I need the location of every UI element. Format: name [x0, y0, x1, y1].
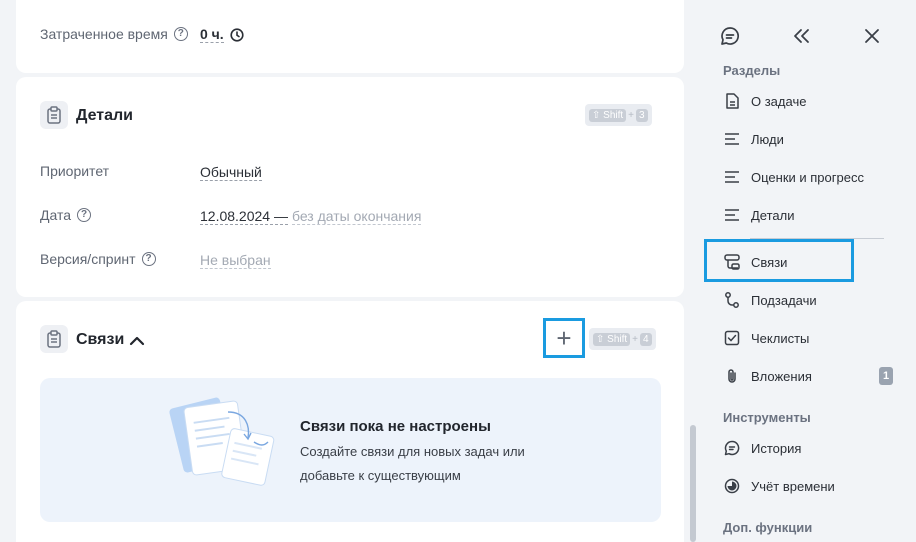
empty-state-description: Создайте связи для новых задач или добав…	[300, 444, 525, 483]
shift-key: ⇧ Shift	[589, 108, 627, 122]
left-edge-strip	[0, 0, 14, 542]
group-title-extra: Доп. функции	[723, 520, 813, 535]
lines-icon	[723, 130, 741, 148]
timer-icon	[723, 477, 741, 495]
help-icon[interactable]: ?	[141, 252, 156, 266]
paperclip-icon	[723, 367, 741, 385]
date-label-text: Дата	[40, 207, 72, 223]
add-link-button[interactable]: +	[543, 318, 585, 358]
sidebar-item-attachments[interactable]: Вложения 1	[723, 364, 893, 388]
sidebar-item-history[interactable]: История	[723, 436, 893, 460]
chevron-up-icon[interactable]	[129, 334, 145, 346]
spent-time-label: Затраченное время	[40, 26, 168, 42]
hotkey-number: 3	[636, 108, 648, 122]
date-label: Дата ?	[40, 207, 92, 223]
close-icon[interactable]	[860, 24, 884, 48]
sidebar-item-label: Люди	[751, 131, 784, 147]
clipboard-icon	[40, 325, 68, 353]
collapse-double-chevron-icon[interactable]	[789, 24, 813, 48]
documents-illustration	[169, 397, 275, 486]
attachments-count-badge: 1	[879, 367, 893, 385]
links-card: Связи + ⇧ Shift + 4 Связи пока не настро…	[16, 301, 684, 542]
details-hotkey-hint: ⇧ Shift + 3	[585, 104, 652, 126]
help-icon[interactable]: ?	[77, 208, 92, 222]
sidebar-item-details[interactable]: Детали	[723, 203, 893, 227]
sidebar-item-label: Детали	[751, 207, 795, 223]
sidebar-item-about[interactable]: О задаче	[723, 89, 893, 113]
sidebar-item-label: Подзадачи	[751, 292, 817, 308]
sidebar-item-label: Оценки и прогресс	[751, 169, 864, 185]
hotkey-number: 4	[640, 332, 652, 346]
group-title-tools: Инструменты	[723, 410, 811, 425]
scrollbar-thumb[interactable]	[690, 425, 696, 542]
group-title-sections: Разделы	[723, 63, 781, 78]
version-label-text: Версия/спринт	[40, 251, 136, 267]
sidebar-item-label: Чеклисты	[751, 330, 810, 346]
sidebar-item-checklists[interactable]: Чеклисты	[723, 326, 893, 350]
comments-icon[interactable]	[718, 24, 742, 48]
clock-icon[interactable]	[230, 27, 244, 42]
help-icon[interactable]: ?	[173, 27, 188, 41]
clipboard-icon	[40, 101, 68, 129]
shift-key: ⇧ Shift	[593, 332, 631, 346]
details-card: Детали ⇧ Shift + 3 Приоритет Обычный Дат…	[16, 77, 684, 297]
spent-time-value[interactable]: 0 ч.	[200, 26, 224, 43]
sidebar-item-time-tracking[interactable]: Учёт времени	[723, 474, 893, 498]
sidebar-item-subtasks[interactable]: Подзадачи	[723, 288, 893, 312]
priority-value[interactable]: Обычный	[200, 164, 262, 181]
chat-icon	[723, 439, 741, 457]
sidebar-item-label: Вложения	[751, 368, 812, 384]
document-icon	[723, 92, 741, 110]
spent-time-value-row[interactable]: 0 ч.	[200, 26, 244, 43]
spent-time-card: Затраченное время ? 0 ч.	[16, 0, 684, 73]
spent-time-label-row: Затраченное время ?	[40, 26, 188, 42]
links-hotkey-hint: ⇧ Shift + 4	[589, 328, 656, 350]
hotkey-plus: +	[632, 333, 639, 345]
links-item-highlight	[704, 239, 854, 282]
hotkey-plus: +	[628, 109, 635, 121]
priority-label: Приоритет	[40, 163, 109, 179]
date-start[interactable]: 12.08.2024 —	[200, 208, 288, 225]
lines-icon	[723, 206, 741, 224]
date-end[interactable]: без даты окончания	[291, 208, 422, 225]
sidebar-item-people[interactable]: Люди	[723, 127, 893, 151]
date-value[interactable]: 12.08.2024 — без даты окончания	[200, 208, 422, 225]
sidebar-item-label: Учёт времени	[751, 478, 835, 494]
sidebar-item-label: История	[751, 440, 802, 456]
empty-state-title: Связи пока не настроены	[300, 418, 491, 435]
sidebar-item-label: О задаче	[751, 93, 807, 109]
checklist-icon	[723, 329, 741, 347]
priority-label-text: Приоритет	[40, 163, 110, 179]
sidebar-item-estimates[interactable]: Оценки и прогресс	[723, 165, 893, 189]
links-title: Связи	[76, 331, 125, 348]
details-title: Детали	[76, 107, 134, 124]
lines-icon	[723, 168, 741, 186]
version-label: Версия/спринт ?	[40, 251, 156, 267]
links-empty-state: Связи пока не настроены Создайте связи д…	[40, 378, 661, 522]
version-value[interactable]: Не выбран	[200, 252, 271, 269]
subtasks-icon	[723, 291, 741, 309]
